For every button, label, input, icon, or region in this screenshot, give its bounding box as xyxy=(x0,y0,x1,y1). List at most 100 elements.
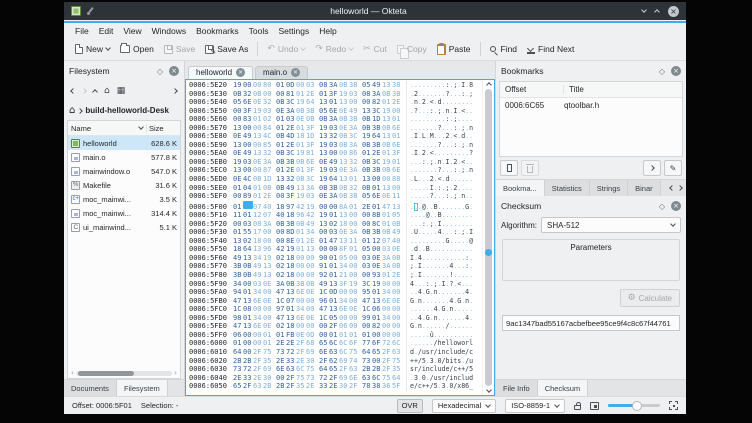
hex-byte[interactable]: 73 xyxy=(306,374,316,383)
hex-byte[interactable]: 64 xyxy=(372,132,382,141)
hex-byte[interactable]: 0B xyxy=(276,184,286,193)
hex-byte[interactable]: 95 xyxy=(362,288,372,297)
hex-byte[interactable]: 83 xyxy=(243,115,253,124)
hex-byte[interactable]: 6E xyxy=(329,107,339,116)
hex-byte[interactable]: 96 xyxy=(296,211,306,220)
hex-byte[interactable]: 42 xyxy=(306,211,316,220)
hex-byte[interactable]: 3A xyxy=(329,115,339,124)
hex-byte[interactable]: 00 xyxy=(276,228,286,237)
copy-button[interactable]: Copy xyxy=(392,42,432,56)
hex-byte[interactable]: 13 xyxy=(306,245,316,254)
hex-byte[interactable]: 1C xyxy=(319,314,329,323)
hex-byte[interactable]: 0B xyxy=(253,90,263,99)
hex-byte[interactable]: 81 xyxy=(286,90,296,99)
hex-byte[interactable]: 3B xyxy=(296,280,306,289)
hex-byte[interactable]: 05 xyxy=(233,98,243,107)
hex-byte[interactable]: 49 xyxy=(233,254,243,263)
hex-byte[interactable]: 2E xyxy=(263,192,273,201)
hex-byte[interactable]: 34 xyxy=(253,314,263,323)
hex-byte[interactable]: 00 xyxy=(339,288,349,297)
hex-byte[interactable]: 00 xyxy=(319,245,329,254)
hex-byte[interactable]: 03 xyxy=(286,115,296,124)
hex-byte[interactable]: 73 xyxy=(362,357,372,366)
hex-byte[interactable]: 01 xyxy=(329,331,339,340)
hex-byte[interactable]: 8E xyxy=(286,237,296,246)
hex-view[interactable]: 0006:5E2019000080010D0003083A0B3B0549133… xyxy=(185,79,495,396)
ascii-char[interactable]: . xyxy=(469,288,473,297)
hex-byte[interactable]: 3F xyxy=(306,166,316,175)
hex-byte[interactable]: 3B xyxy=(329,184,339,193)
scroll-left-icon[interactable]: ‹ xyxy=(71,369,74,377)
hex-byte[interactable]: 00 xyxy=(253,339,263,348)
hex-row[interactable]: 0006:603073722F696E636C7564652F632B2B2F3… xyxy=(189,365,482,374)
hex-byte[interactable]: 00 xyxy=(372,357,382,366)
ascii-char[interactable]: . xyxy=(469,322,473,331)
ascii-char[interactable]: ; xyxy=(469,90,473,99)
hex-byte[interactable]: 2E xyxy=(306,382,316,391)
hex-byte[interactable]: 08 xyxy=(362,90,372,99)
hex-byte[interactable]: 0B xyxy=(382,141,392,150)
hex-byte[interactable]: 0E xyxy=(276,107,286,116)
hex-byte[interactable]: 6C xyxy=(392,339,402,348)
hex-byte[interactable]: 2F xyxy=(253,348,263,357)
hex-byte[interactable]: 00 xyxy=(372,245,382,254)
hex-byte[interactable]: 00 xyxy=(296,271,306,280)
hex-byte[interactable]: 2F xyxy=(382,357,392,366)
hex-byte[interactable]: 01 xyxy=(319,90,329,99)
hex-byte[interactable]: 3F xyxy=(286,192,296,201)
hex-byte[interactable]: 01 xyxy=(382,220,392,229)
hex-byte[interactable]: 13 xyxy=(286,314,296,323)
tool-tab-strings[interactable]: Strings xyxy=(590,180,628,196)
hex-byte[interactable]: 00 xyxy=(306,322,316,331)
hex-byte[interactable]: 47 xyxy=(382,203,392,212)
hex-byte[interactable]: 01 xyxy=(296,245,306,254)
hex-byte[interactable]: 34 xyxy=(253,254,263,263)
hex-byte[interactable]: 03 xyxy=(382,245,392,254)
find-next-button[interactable]: Find Next xyxy=(522,42,579,56)
hex-byte[interactable]: 01 xyxy=(329,262,339,271)
hex-byte[interactable]: 13 xyxy=(362,175,372,184)
hex-byte[interactable]: 13 xyxy=(243,254,253,263)
hex-byte[interactable]: 0B xyxy=(263,184,273,193)
hex-byte[interactable]: 0B xyxy=(362,228,372,237)
hex-row[interactable]: 0006:5F10110112074018964219011300008B010… xyxy=(189,211,482,220)
new-button[interactable]: New xyxy=(70,42,115,56)
ascii-char[interactable]: . xyxy=(469,271,473,280)
hex-byte[interactable]: 0E xyxy=(263,280,273,289)
document-tab-main-o[interactable]: main.o× xyxy=(255,66,308,79)
hex-byte[interactable]: 13 xyxy=(382,184,392,193)
hex-byte[interactable]: 13 xyxy=(319,220,329,229)
hex-byte[interactable]: 3B xyxy=(349,81,359,90)
ascii-char[interactable]: _ xyxy=(469,382,473,391)
hex-byte[interactable]: 6C xyxy=(372,374,382,383)
hex-byte[interactable]: 19 xyxy=(319,166,329,175)
hex-byte[interactable]: 00 xyxy=(253,166,263,175)
hex-byte[interactable]: 0B xyxy=(243,271,253,280)
hex-byte[interactable]: 3C xyxy=(286,149,296,158)
ascii-char[interactable]: . xyxy=(469,211,473,220)
hex-byte[interactable]: 3B xyxy=(349,115,359,124)
hex-byte[interactable]: 00 xyxy=(349,211,359,220)
hex-byte[interactable]: 0B xyxy=(233,90,243,99)
hex-byte[interactable]: 0B xyxy=(362,141,372,150)
hex-byte[interactable]: 01 xyxy=(372,288,382,297)
hex-byte[interactable]: 00 xyxy=(319,322,329,331)
hex-byte[interactable]: 34 xyxy=(339,262,349,271)
hex-byte[interactable]: 00 xyxy=(392,288,402,297)
hex-byte[interactable]: 0E xyxy=(339,107,349,116)
hex-byte[interactable]: 3F xyxy=(306,141,316,150)
hex-byte[interactable]: 13 xyxy=(339,237,349,246)
hex-byte[interactable]: 0E xyxy=(263,297,273,306)
hex-byte[interactable]: 00 xyxy=(392,305,402,314)
tab-documents[interactable]: Documents xyxy=(64,380,117,396)
hex-byte[interactable]: 00 xyxy=(349,314,359,323)
hex-byte[interactable]: 49 xyxy=(329,158,339,167)
hex-byte[interactable]: 8B xyxy=(372,211,382,220)
hex-row[interactable]: 0006:5EA00E4913320B3C198113000086012E013… xyxy=(189,149,482,158)
scroll-down-icon[interactable] xyxy=(486,387,492,393)
hex-byte[interactable]: 01 xyxy=(329,211,339,220)
hex-byte[interactable]: 0B xyxy=(382,124,392,133)
hex-byte[interactable]: 84 xyxy=(263,124,273,133)
hex-byte[interactable]: 69 xyxy=(339,357,349,366)
hex-byte[interactable]: 01 xyxy=(276,166,286,175)
